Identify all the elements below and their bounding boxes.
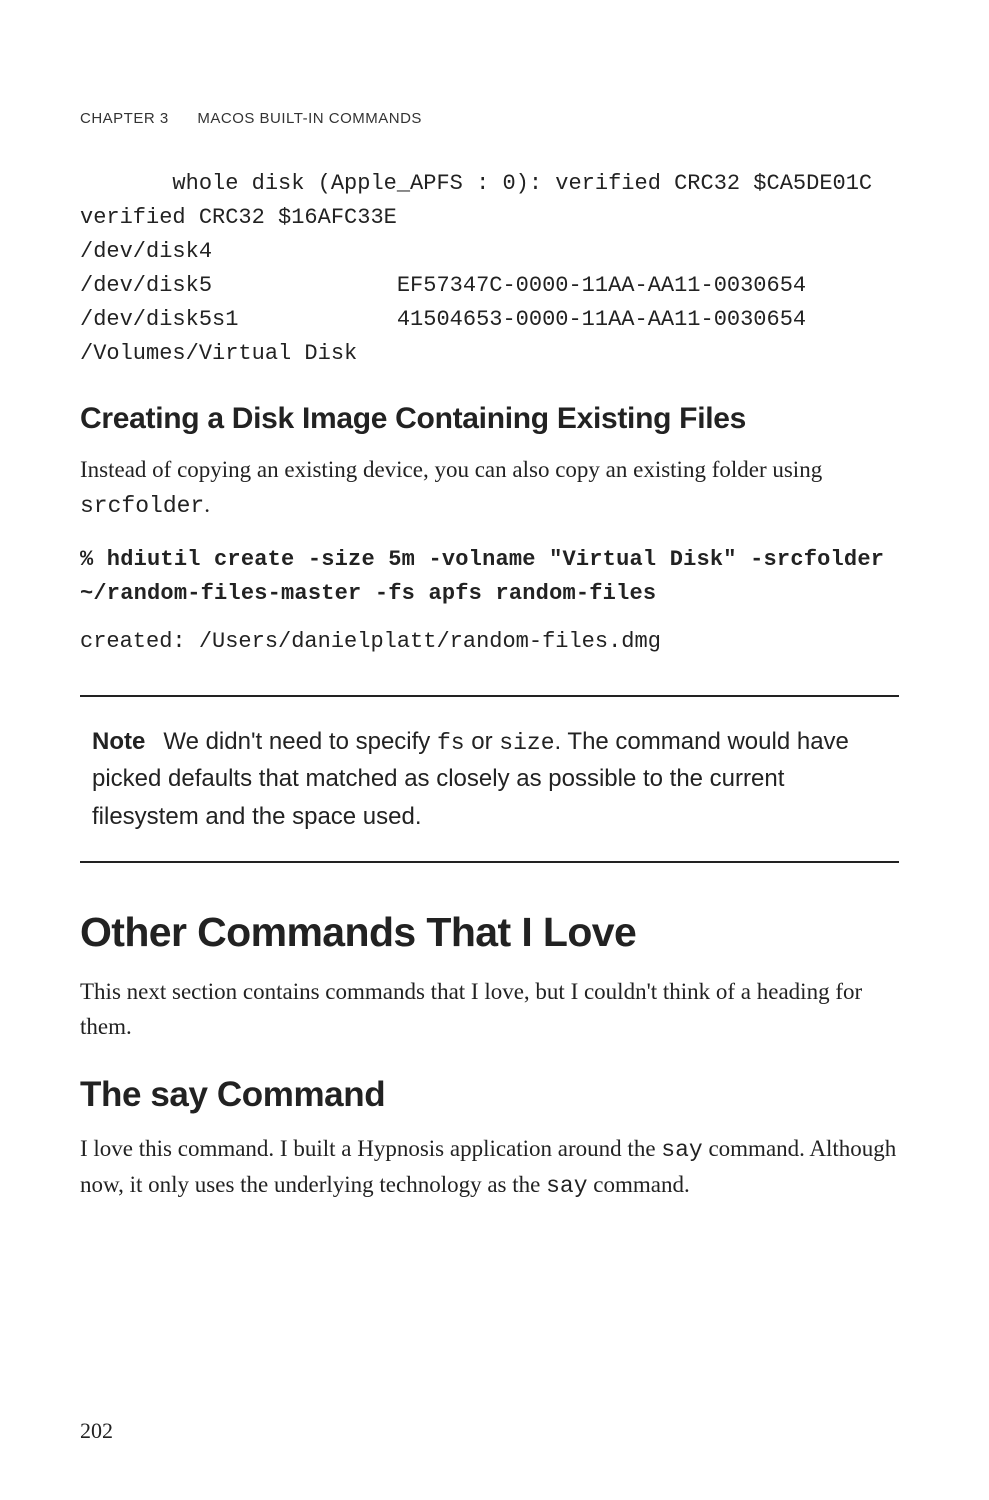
note-label: Note — [92, 728, 145, 755]
paragraph-srcfolder: Instead of copying an existing device, y… — [80, 452, 899, 523]
inline-code-say-2: say — [546, 1173, 587, 1199]
text: I love this command. I built a Hypnosis … — [80, 1136, 661, 1161]
code-output-block-1: whole disk (Apple_APFS : 0): verified CR… — [80, 167, 899, 372]
note-text: We didn't need to specify — [163, 728, 437, 755]
inline-code-srcfolder: srcfolder — [80, 493, 204, 519]
text: Instead of copying an existing device, y… — [80, 457, 822, 482]
inline-code-say-1: say — [661, 1137, 702, 1163]
inline-code-size: size — [499, 730, 554, 756]
command-output-created: created: /Users/danielplatt/random-files… — [80, 625, 899, 659]
paragraph-say-command: I love this command. I built a Hypnosis … — [80, 1131, 899, 1202]
running-header: CHAPTER 3 MACOS BUILT-IN COMMANDS — [80, 110, 899, 127]
text: command. — [588, 1172, 690, 1197]
chapter-number: CHAPTER 3 — [80, 110, 169, 127]
inline-code-fs: fs — [437, 730, 465, 756]
text: . — [204, 492, 210, 517]
command-hdiutil-create: % hdiutil create -size 5m -volname "Virt… — [80, 543, 899, 611]
page-number: 202 — [80, 1418, 113, 1444]
note-text: or — [465, 728, 500, 755]
subsection-say-command: The say Command — [80, 1075, 899, 1115]
chapter-title: MACOS BUILT-IN COMMANDS — [197, 110, 422, 127]
subheading-creating-disk-image: Creating a Disk Image Containing Existin… — [80, 402, 899, 436]
section-other-commands: Other Commands That I Love — [80, 909, 899, 956]
paragraph-other-commands-intro: This next section contains commands that… — [80, 974, 899, 1045]
note-box: Note We didn't need to specify fs or size… — [80, 695, 899, 863]
page: CHAPTER 3 MACOS BUILT-IN COMMANDS whole … — [0, 0, 989, 1500]
